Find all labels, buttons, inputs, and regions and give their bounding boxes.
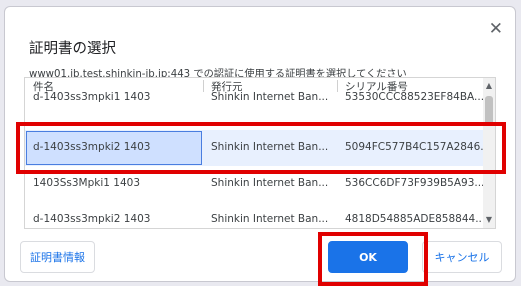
table-scrollbar[interactable]: ▲ ▼ xyxy=(483,78,495,228)
scroll-up-icon[interactable]: ▲ xyxy=(483,80,495,92)
cell-subject: 1403Ss3Mpki1 1403 xyxy=(33,177,140,189)
cell-subject: d-1403ss3mpki2 1403 xyxy=(33,141,151,153)
table-row[interactable]: 1403Ss3Mpki1 1403 Shinkin Internet Ban..… xyxy=(25,166,485,202)
ok-button[interactable]: OK xyxy=(328,241,408,273)
cell-serial: 536CC6DF73F939B5A93... xyxy=(345,177,485,189)
table-row[interactable]: d-1403ss3mpki2 1403 Shinkin Internet Ban… xyxy=(25,202,486,228)
cell-subject: d-1403ss3mpki2 1403 xyxy=(33,213,151,225)
cell-serial: 53530CCC88523EF84BA... xyxy=(345,91,485,103)
dialog-title: 証明書の選択 xyxy=(29,41,116,57)
cancel-button[interactable]: キャンセル xyxy=(422,241,502,273)
scroll-down-icon[interactable]: ▼ xyxy=(483,214,495,226)
cell-issuer: Shinkin Internet Ban... xyxy=(211,141,329,153)
cell-issuer: Shinkin Internet Ban... xyxy=(211,91,329,103)
cell-issuer: Shinkin Internet Ban... xyxy=(211,177,329,189)
certificate-info-button[interactable]: 証明書情報 xyxy=(20,241,95,273)
cell-issuer: Shinkin Internet Ban... xyxy=(211,213,329,225)
cell-serial: 4818D54885ADE858844... xyxy=(345,213,486,225)
certificate-table: 件名 発行元 シリアル番号 d-1403ss3mpki1 1403 Shinki… xyxy=(24,77,496,229)
table-row-selected[interactable]: d-1403ss3mpki2 1403 Shinkin Internet Ban… xyxy=(25,130,490,166)
scrollbar-thumb[interactable] xyxy=(485,96,493,126)
close-icon[interactable]: ✕ xyxy=(489,21,503,38)
cell-subject: d-1403ss3mpki1 1403 xyxy=(33,91,151,103)
table-row[interactable]: d-1403ss3mpki1 1403 Shinkin Internet Ban… xyxy=(25,90,485,104)
cell-serial: 5094FC577B4C157A2846... xyxy=(345,141,491,153)
